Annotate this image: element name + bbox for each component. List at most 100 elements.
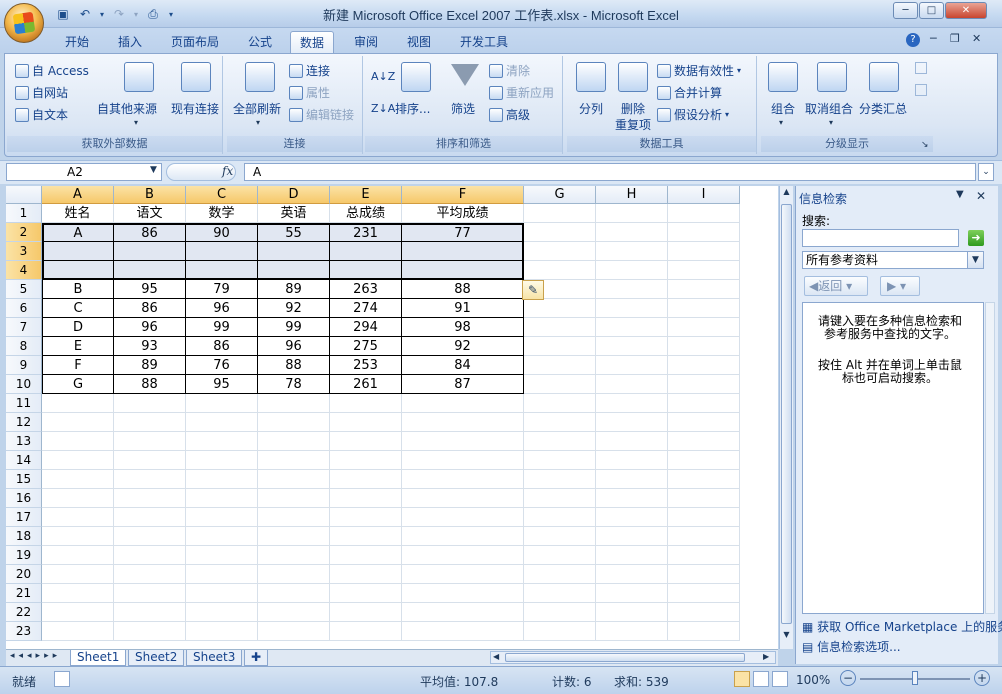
table-cell[interactable]: G xyxy=(42,375,114,394)
cell[interactable] xyxy=(524,223,596,242)
table-header-cell[interactable]: 英语 xyxy=(258,204,330,223)
cell[interactable] xyxy=(330,432,402,451)
cell[interactable] xyxy=(596,470,668,489)
search-go-icon[interactable]: ➜ xyxy=(968,230,984,246)
cell[interactable] xyxy=(668,204,740,223)
cell[interactable] xyxy=(186,394,258,413)
sheet-tab-1[interactable]: Sheet1 xyxy=(70,650,127,666)
cell[interactable] xyxy=(114,451,186,470)
hide-detail-icon[interactable] xyxy=(915,84,927,96)
scroll-down-icon[interactable]: ▼ xyxy=(781,630,792,644)
cell[interactable] xyxy=(186,451,258,470)
table-header-cell[interactable]: 平均成绩 xyxy=(402,204,524,223)
sheet-tab-2[interactable]: Sheet2 xyxy=(128,650,185,666)
cell[interactable] xyxy=(258,603,330,622)
cell[interactable] xyxy=(258,413,330,432)
cell[interactable] xyxy=(186,603,258,622)
cell[interactable] xyxy=(258,470,330,489)
row-header[interactable]: 23 xyxy=(6,622,42,641)
sort-asc-button[interactable]: A↓Z xyxy=(371,70,395,83)
cell[interactable] xyxy=(186,413,258,432)
insert-function-icon[interactable]: fx xyxy=(222,164,233,178)
table-cell[interactable]: 86 xyxy=(114,299,186,318)
cell[interactable] xyxy=(524,565,596,584)
row-header[interactable]: 18 xyxy=(6,527,42,546)
cell[interactable] xyxy=(524,603,596,622)
scroll-right-icon[interactable]: ▶ xyxy=(763,652,769,661)
table-cell[interactable]: 92 xyxy=(258,299,330,318)
cell[interactable] xyxy=(668,622,740,641)
help-icon[interactable]: ? xyxy=(906,33,920,47)
cell[interactable] xyxy=(596,508,668,527)
cell[interactable] xyxy=(596,280,668,299)
cell[interactable] xyxy=(330,508,402,527)
cell[interactable] xyxy=(114,489,186,508)
cell[interactable] xyxy=(258,508,330,527)
hscroll-thumb[interactable] xyxy=(505,653,745,662)
cell[interactable] xyxy=(596,489,668,508)
table-cell[interactable]: 261 xyxy=(330,375,402,394)
table-cell[interactable]: 88 xyxy=(114,375,186,394)
cell[interactable] xyxy=(524,299,596,318)
row-header[interactable]: 11 xyxy=(6,394,42,413)
search-input[interactable] xyxy=(802,229,959,247)
cell[interactable] xyxy=(668,261,740,280)
cell[interactable] xyxy=(186,527,258,546)
cell[interactable] xyxy=(42,584,114,603)
cell[interactable] xyxy=(668,318,740,337)
table-cell[interactable]: F xyxy=(42,356,114,375)
paste-options-icon[interactable]: ✎ xyxy=(522,280,544,300)
table-cell[interactable]: 274 xyxy=(330,299,402,318)
cell[interactable] xyxy=(524,546,596,565)
text-to-columns-button[interactable]: 分列 xyxy=(571,62,611,132)
cell[interactable] xyxy=(42,546,114,565)
table-header-cell[interactable]: 语文 xyxy=(114,204,186,223)
row-header[interactable]: 10 xyxy=(6,375,42,394)
cell[interactable] xyxy=(114,527,186,546)
cell[interactable] xyxy=(330,622,402,641)
cell[interactable] xyxy=(402,622,524,641)
what-if-button[interactable]: 假设分析 ▾ xyxy=(657,106,729,123)
table-cell[interactable]: 96 xyxy=(258,337,330,356)
cell[interactable] xyxy=(668,546,740,565)
row-header[interactable]: 8 xyxy=(6,337,42,356)
cell[interactable] xyxy=(668,337,740,356)
connections-button[interactable]: 连接 xyxy=(289,62,330,79)
table-cell[interactable]: 294 xyxy=(330,318,402,337)
cell[interactable] xyxy=(114,546,186,565)
normal-view-icon[interactable] xyxy=(734,671,750,687)
cell[interactable] xyxy=(596,204,668,223)
cell[interactable] xyxy=(596,565,668,584)
cell[interactable] xyxy=(186,546,258,565)
cell[interactable] xyxy=(42,413,114,432)
table-cell[interactable]: B xyxy=(42,280,114,299)
remove-duplicates-button[interactable]: 删除 重复项 xyxy=(611,62,655,142)
reapply-button[interactable]: 重新应用 xyxy=(489,84,554,101)
page-break-view-icon[interactable] xyxy=(772,671,788,687)
table-cell[interactable]: 76 xyxy=(186,356,258,375)
cell[interactable] xyxy=(596,603,668,622)
cell[interactable] xyxy=(524,489,596,508)
cell[interactable] xyxy=(524,261,596,280)
cell[interactable] xyxy=(114,413,186,432)
row-header[interactable]: 9 xyxy=(6,356,42,375)
column-header[interactable]: F xyxy=(402,186,524,204)
research-options-link[interactable]: ▤ 信息检索选项... xyxy=(802,638,901,655)
cell[interactable] xyxy=(596,584,668,603)
tab-home[interactable]: 开始 xyxy=(56,31,98,53)
office-button[interactable] xyxy=(4,3,44,43)
row-header[interactable]: 14 xyxy=(6,451,42,470)
tab-formulas[interactable]: 公式 xyxy=(239,31,281,53)
cell[interactable] xyxy=(668,280,740,299)
cell[interactable] xyxy=(330,565,402,584)
sort-desc-button[interactable]: Z↓A xyxy=(371,102,395,115)
cell[interactable] xyxy=(42,432,114,451)
scroll-left-icon[interactable]: ◀ xyxy=(493,652,499,661)
table-cell[interactable]: 86 xyxy=(186,337,258,356)
column-header[interactable]: A xyxy=(42,186,114,204)
tab-insert[interactable]: 插入 xyxy=(109,31,151,53)
table-header-cell[interactable]: 姓名 xyxy=(42,204,114,223)
cell[interactable] xyxy=(524,204,596,223)
from-access-button[interactable]: 自 Access xyxy=(15,62,89,79)
cell[interactable] xyxy=(42,451,114,470)
